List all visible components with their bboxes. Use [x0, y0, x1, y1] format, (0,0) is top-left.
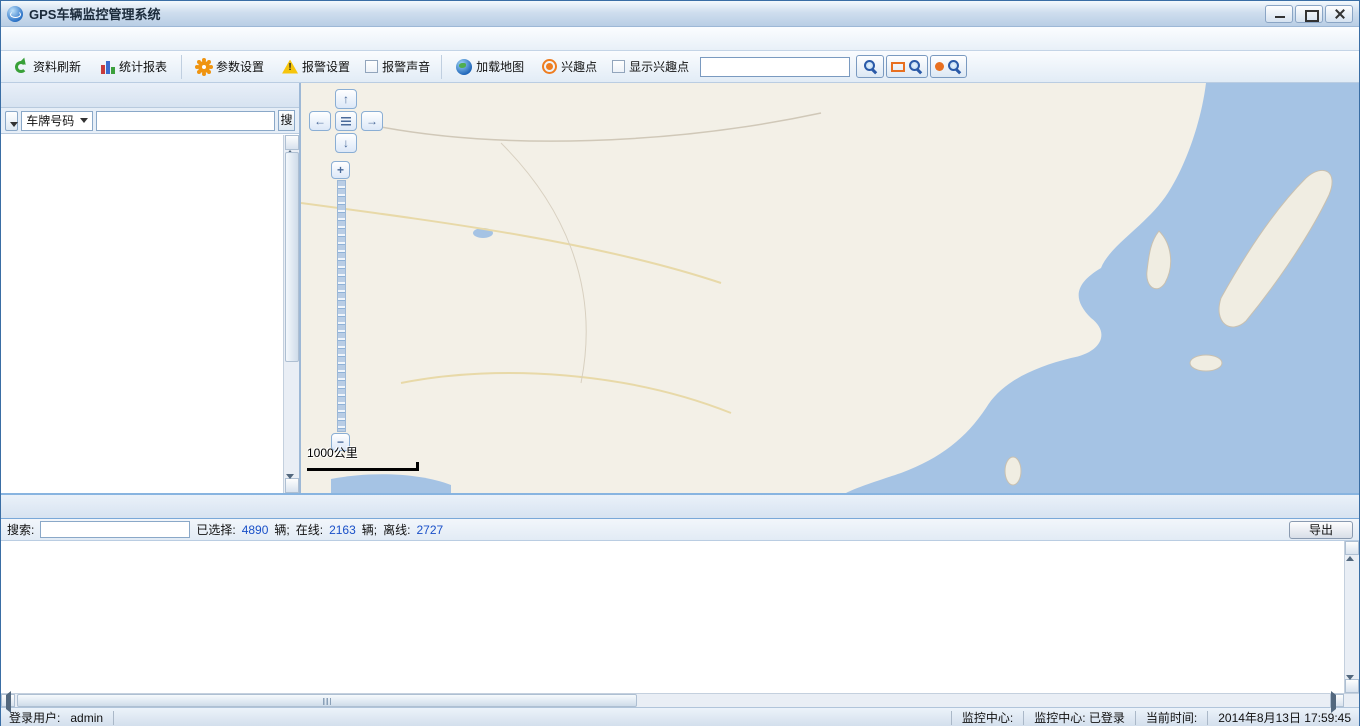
scroll-up-button[interactable]	[1345, 541, 1359, 555]
checkbox-icon	[365, 60, 378, 73]
checkbox-icon	[612, 60, 625, 73]
plate-field-label: 车牌号码	[26, 112, 74, 129]
vehicle-table	[1, 541, 1359, 693]
point-select-icon	[935, 62, 944, 71]
plate-search-input[interactable]	[96, 111, 275, 131]
report-button[interactable]: 统计报表	[91, 53, 175, 80]
params-label: 参数设置	[216, 58, 264, 75]
search-icon	[908, 59, 923, 74]
bottom-tab-bar	[1, 495, 1359, 519]
map-scale: 1000公里	[307, 444, 419, 471]
left-tab-bar	[1, 83, 299, 107]
title-bar: GPS车辆监控管理系统	[1, 1, 1359, 27]
tree-scrollbar[interactable]	[283, 135, 299, 493]
scroll-thumb[interactable]	[285, 152, 299, 362]
current-time-label: 当前时间:	[1146, 709, 1197, 726]
pan-down-button[interactable]: ↓	[335, 133, 357, 153]
alarm-sound-label: 报警声音	[382, 58, 430, 75]
vehicle-panel: 车牌号码 搜	[1, 83, 301, 493]
scroll-down-button[interactable]	[285, 478, 299, 493]
load-map-button[interactable]: 加载地图	[448, 53, 532, 80]
scale-bar	[307, 462, 419, 471]
search-icon	[863, 59, 878, 74]
rect-select-icon	[891, 62, 905, 72]
summary-online-label: 在线:	[296, 521, 323, 538]
summary-unit: 辆;	[362, 521, 377, 538]
map-search-input[interactable]	[700, 57, 850, 77]
search-mode-dropdown[interactable]	[5, 111, 18, 131]
table-search-label: 搜索:	[7, 521, 34, 538]
toolbar: 资料刷新 统计报表 参数设置 报警设置 报警声音 加载地图 兴趣点	[1, 51, 1359, 83]
monitor-center-label: 监控中心:	[962, 709, 1013, 726]
summary-offline-value: 2727	[416, 523, 443, 537]
alarm-label: 报警设置	[302, 58, 350, 75]
summary-selected-label: 已选择:	[196, 521, 235, 538]
plate-search-button[interactable]: 搜	[278, 110, 295, 131]
warning-icon	[282, 59, 298, 75]
summary-offline-label: 离线:	[383, 521, 410, 538]
login-user-value: admin	[70, 711, 103, 725]
gear-icon	[196, 59, 212, 75]
minimize-button[interactable]	[1265, 5, 1293, 23]
scroll-left-button[interactable]	[1, 694, 15, 707]
map-area[interactable]: ↑ ← → ↓ + − 1000公里	[301, 83, 1359, 493]
plate-search-row: 车牌号码 搜	[1, 107, 299, 133]
zoom-in-button[interactable]: +	[331, 161, 350, 179]
pan-up-button[interactable]: ↑	[335, 89, 357, 109]
close-button[interactable]	[1325, 5, 1353, 23]
map-search-button[interactable]	[856, 55, 884, 78]
app-icon	[7, 6, 23, 22]
globe-icon	[456, 59, 472, 75]
scroll-right-button[interactable]	[1330, 694, 1344, 707]
login-user-label: 登录用户:	[9, 709, 60, 726]
table-vscrollbar[interactable]	[1344, 541, 1359, 693]
pan-center-button[interactable]	[335, 111, 357, 131]
scroll-thumb[interactable]	[17, 694, 637, 707]
map-zoom-control: + −	[331, 161, 351, 451]
search-icon	[947, 59, 962, 74]
show-poi-checkbox[interactable]: 显示兴趣点	[607, 54, 694, 79]
chevron-down-icon	[80, 118, 88, 127]
alarm-sound-checkbox[interactable]: 报警声音	[360, 54, 435, 79]
poi-button[interactable]: 兴趣点	[534, 53, 605, 80]
summary-online-value: 2163	[329, 523, 356, 537]
poi-icon	[542, 59, 557, 74]
refresh-icon	[13, 59, 29, 75]
plate-field-select[interactable]: 车牌号码	[21, 111, 93, 131]
scroll-down-button[interactable]	[1345, 679, 1359, 693]
refresh-button[interactable]: 资料刷新	[5, 53, 89, 80]
table-search-row: 搜索: 已选择: 4890 辆; 在线: 2163 辆; 离线: 2727 导出	[1, 519, 1359, 541]
alarm-settings-button[interactable]: 报警设置	[274, 53, 358, 80]
load-map-label: 加载地图	[476, 58, 524, 75]
monitor-center-status: 监控中心: 已登录	[1034, 709, 1125, 726]
menu-bar	[1, 27, 1359, 51]
refresh-label: 资料刷新	[33, 58, 81, 75]
scale-label: 1000公里	[307, 444, 419, 461]
zoom-slider[interactable]	[337, 180, 346, 432]
bottom-panel: 搜索: 已选择: 4890 辆; 在线: 2163 辆; 离线: 2727 导出	[1, 493, 1359, 707]
chart-icon	[99, 59, 115, 75]
report-label: 统计报表	[119, 58, 167, 75]
point-search-button[interactable]	[930, 55, 967, 78]
app-window: GPS车辆监控管理系统 资料刷新 统计报表 参数设置 报警设置 报警声音	[0, 0, 1360, 726]
export-button[interactable]: 导出	[1289, 521, 1353, 539]
pan-left-button[interactable]: ←	[309, 111, 331, 131]
summary-unit: 辆;	[274, 521, 289, 538]
summary-selected-value: 4890	[242, 523, 269, 537]
params-button[interactable]: 参数设置	[188, 53, 272, 80]
scroll-up-button[interactable]	[285, 135, 299, 150]
table-hscrollbar[interactable]	[1, 693, 1359, 707]
map-pan-control: ↑ ← → ↓	[309, 89, 387, 155]
window-title: GPS车辆监控管理系统	[29, 4, 160, 23]
table-search-input[interactable]	[40, 521, 190, 538]
maximize-button[interactable]	[1295, 5, 1323, 23]
status-bar: 登录用户: admin 监控中心: 监控中心: 已登录 当前时间: 2014年8…	[1, 707, 1359, 726]
table-header	[1, 541, 1359, 563]
rect-search-button[interactable]	[886, 55, 928, 78]
poi-label: 兴趣点	[561, 58, 597, 75]
show-poi-label: 显示兴趣点	[629, 58, 689, 75]
vehicle-tree	[1, 133, 299, 493]
pan-right-button[interactable]: →	[361, 111, 383, 131]
